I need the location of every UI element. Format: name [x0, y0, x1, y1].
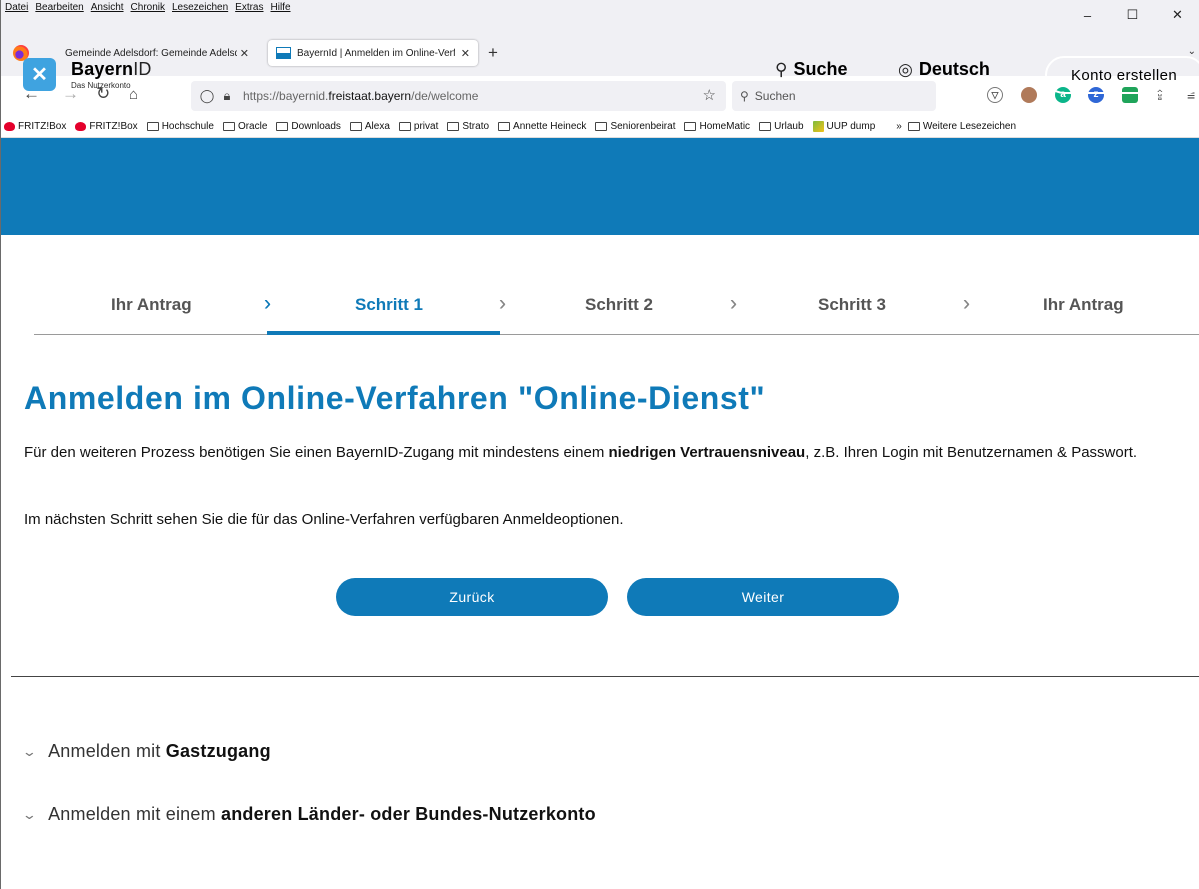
section-divider [11, 676, 1199, 677]
uup-icon [812, 121, 824, 132]
tracking-shield-icon[interactable]: ◯ [197, 88, 217, 104]
step-3: Schritt 3 [818, 295, 887, 314]
globe-icon: ◎ [898, 59, 913, 79]
folder-icon [349, 122, 362, 131]
bookmark-strato[interactable]: Strato [447, 121, 489, 132]
extension-bug-icon[interactable] [1021, 87, 1037, 103]
folder-icon [222, 122, 235, 131]
menu-file[interactable]: Datei [5, 2, 28, 13]
bookmark-annette-heineck[interactable]: Annette Heineck [498, 121, 586, 132]
step-ihr-antrag-start: Ihr Antrag [111, 295, 192, 314]
site-logo-text[interactable]: BayernID [71, 59, 152, 80]
bookmark-hochschule[interactable]: Hochschule [146, 121, 214, 132]
page-title: Anmelden im Online-Verfahren "Online-Die… [24, 380, 766, 416]
accordion-other-account[interactable]: ⌄ Anmelden mit einem anderen Länder- ode… [21, 804, 596, 825]
active-step-indicator [267, 331, 500, 335]
bookmark-star-icon[interactable]: ☆ [703, 86, 716, 104]
step-2: Schritt 2 [585, 295, 654, 314]
menu-bar: Datei Bearbeiten Ansicht Chronik Lesezei… [1, 0, 1199, 30]
folder-icon [759, 122, 772, 131]
tab-title: Gemeinde Adelsdorf: Gemeinde Adelsdorf [65, 47, 237, 59]
search-icon: ⚲ [775, 59, 788, 79]
site-subtitle: Das Nutzerkonto [71, 81, 131, 90]
search-bar[interactable]: ⚲ Suchen [732, 81, 936, 111]
intro-text: Für den weiteren Prozess benötigen Sie e… [24, 444, 1138, 461]
chevron-down-icon: ⌄ [21, 743, 38, 759]
step-1: Schritt 1 [355, 295, 424, 314]
bookmarks-toolbar: FRITZ!Box FRITZ!Box Hochschule Oracle Do… [1, 116, 1199, 138]
folder-icon [498, 122, 511, 131]
menu-help[interactable]: Hilfe [271, 2, 291, 13]
folder-icon [398, 122, 411, 131]
menu-edit[interactable]: Bearbeiten [35, 2, 83, 13]
header-search-link[interactable]: ⚲ Suche [775, 59, 847, 80]
url-text[interactable]: https://bayernid.freistaat.bayern/de/wel… [243, 89, 478, 103]
menu-bookmarks[interactable]: Lesezeichen [172, 2, 228, 13]
bookmark-alexa[interactable]: Alexa [349, 121, 390, 132]
close-tab-icon[interactable]: ✕ [240, 47, 249, 60]
progress-steps: Ihr Antrag ›› Schritt 1 ›› Schritt 2 ›› … [34, 280, 1199, 335]
step-ihr-antrag-end: Ihr Antrag [1043, 295, 1124, 314]
bayernid-favicon-icon [276, 47, 291, 59]
new-tab-button[interactable]: + [488, 43, 498, 63]
lock-icon[interactable]: 🔒︎ [217, 88, 237, 104]
create-account-button[interactable]: Konto erstellen [1045, 56, 1199, 94]
minimize-button[interactable]: – [1065, 0, 1110, 30]
bookmark-uup-dump[interactable]: UUP dump [812, 121, 875, 132]
bayernid-logo-icon[interactable]: ✕ [23, 58, 56, 91]
search-placeholder: Suchen [754, 89, 796, 103]
bookmark-urlaub[interactable]: Urlaub [759, 121, 804, 132]
search-icon: ⚲ [740, 89, 749, 103]
close-tab-icon[interactable]: ✕ [461, 47, 470, 60]
chevron-down-icon: ⌄ [21, 806, 38, 822]
folder-icon [907, 122, 920, 131]
bookmark-fritzbox-2[interactable]: FRITZ!Box [75, 121, 138, 132]
language-selector[interactable]: ◎ Deutsch [898, 59, 990, 80]
fritzbox-icon [75, 122, 87, 131]
bookmark-oracle[interactable]: Oracle [222, 121, 267, 132]
folder-icon [276, 122, 289, 131]
bookmarks-overflow-button[interactable]: » [896, 121, 902, 132]
bookmark-downloads[interactable]: Downloads [276, 121, 341, 132]
bookmark-seniorenbeirat[interactable]: Seniorenbeirat [595, 121, 675, 132]
fritzbox-icon [4, 122, 15, 131]
accordion-guest-access[interactable]: ⌄ Anmelden mit Gastzugang [21, 741, 271, 762]
folder-icon [146, 122, 159, 131]
next-step-text: Im nächsten Schritt sehen Sie die für da… [24, 511, 624, 528]
tab-strip: Gemeinde Adelsdorf: Gemeinde Adelsdorf ✕… [1, 30, 1199, 76]
url-bar[interactable]: ◯ 🔒︎ https://bayernid.freistaat.bayern/d… [191, 81, 726, 111]
back-button[interactable]: Zurück [336, 578, 608, 616]
folder-icon [447, 122, 460, 131]
tab-bayernid[interactable]: BayernId | Anmelden im Online-Verfahren … [268, 40, 478, 66]
bookmark-other[interactable]: Weitere Lesezeichen [907, 121, 1016, 132]
folder-icon [684, 122, 697, 131]
bookmark-fritzbox[interactable]: FRITZ!Box [4, 121, 66, 132]
menu-history[interactable]: Chronik [131, 2, 165, 13]
menu-tools[interactable]: Extras [235, 2, 263, 13]
menu-view[interactable]: Ansicht [91, 2, 124, 13]
next-button[interactable]: Weiter [627, 578, 899, 616]
site-header [1, 138, 1199, 235]
maximize-button[interactable]: ☐ [1110, 0, 1155, 30]
bookmark-privat[interactable]: privat [398, 121, 438, 132]
pocket-icon[interactable]: ▽ [987, 87, 1003, 103]
folder-icon [595, 122, 608, 131]
bookmark-homematic[interactable]: HomeMatic [684, 121, 750, 132]
navigation-bar: ← → ↻ ⌂ ◯ 🔒︎ https://bayernid.freistaat.… [1, 76, 1199, 116]
close-window-button[interactable]: ✕ [1155, 0, 1199, 30]
tab-title: BayernId | Anmelden im Online-Verfahren [297, 47, 455, 59]
